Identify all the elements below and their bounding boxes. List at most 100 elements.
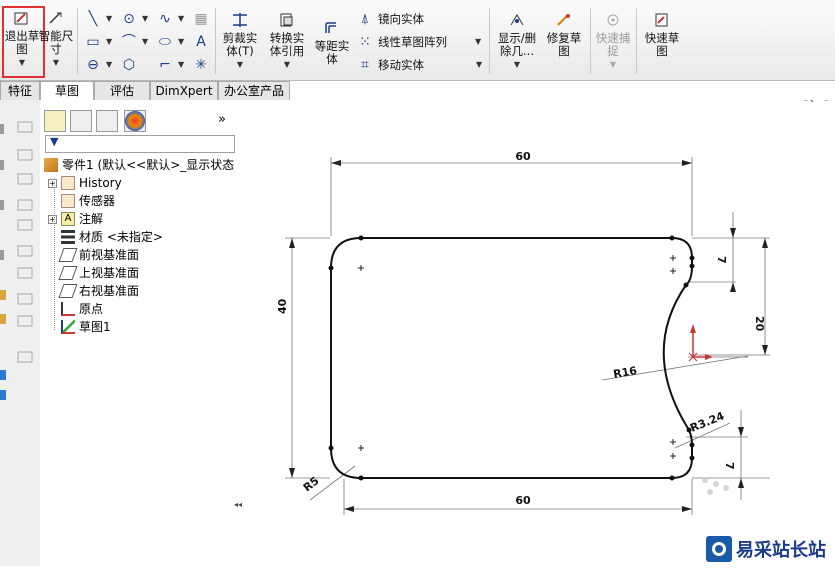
- filter-icon: ▼: [50, 135, 59, 148]
- ellipse-icon: ⬭: [159, 34, 171, 50]
- tree-filter-bar[interactable]: ▼: [45, 135, 235, 153]
- plane-icon: [58, 266, 78, 280]
- quick-snaps-dropdown-icon[interactable]: ▼: [592, 58, 634, 71]
- dim-top-width[interactable]: 60: [515, 150, 531, 163]
- mirror-icon: ⍋: [360, 11, 370, 27]
- smart-dimension-button[interactable]: 智能尺 寸 ▼: [36, 10, 76, 69]
- trim-entities-button[interactable]: 剪裁实 体(T) ▼: [218, 12, 262, 71]
- show-delete-relations-button[interactable]: 显示/删 除几... ▼: [492, 12, 542, 71]
- configuration-manager-tab-icon[interactable]: [96, 110, 118, 132]
- offset-entities-button[interactable]: 等距实 体: [312, 20, 352, 66]
- dim-right-bottom[interactable]: 7: [723, 462, 736, 470]
- move-entities-button[interactable]: ⌗ 移动实体 ▼: [356, 56, 482, 74]
- rectangle-icon: ▭: [86, 34, 100, 50]
- tree-item-origin[interactable]: 原点: [61, 300, 103, 318]
- view-zoom-icon[interactable]: [801, 100, 814, 103]
- dim-r5[interactable]: R5: [301, 474, 322, 494]
- rectangle-tool[interactable]: ▭ ▼: [84, 33, 112, 51]
- arc-icon: ⌒: [122, 34, 136, 50]
- text-tool[interactable]: A: [192, 33, 210, 51]
- watermark-dots: [702, 477, 729, 495]
- circle-tool[interactable]: ⊙ ▼: [120, 10, 148, 28]
- dim-right-mid[interactable]: 20: [753, 316, 766, 332]
- property-manager-tab-icon[interactable]: [70, 110, 92, 132]
- trim-icon: [233, 13, 247, 27]
- tree-item-top-plane[interactable]: 上视基准面: [58, 264, 139, 282]
- trim-dropdown-icon[interactable]: ▼: [218, 58, 262, 71]
- tree-root-label: 零件1 (默认<<默认>_显示状态: [62, 158, 235, 172]
- linear-pattern-button[interactable]: ⁙ 线性草图阵列 ▼: [356, 33, 481, 51]
- tree-item-history[interactable]: + History: [48, 174, 122, 192]
- tree-root-part[interactable]: 零件1 (默认<<默认>_显示状态: [44, 156, 234, 174]
- chevron-down-icon: ▼: [142, 37, 149, 46]
- mirror-entities-button[interactable]: ⍋ 镜向实体: [356, 10, 424, 28]
- site-watermark: 易采站长站: [700, 532, 835, 566]
- grid-tool[interactable]: ▦: [192, 10, 210, 28]
- tree-item-right-plane[interactable]: 右视基准面: [58, 282, 140, 300]
- tree-item-sensors[interactable]: 传感器: [61, 192, 115, 210]
- sketch-icon: [61, 320, 75, 334]
- text-tool-icon: A: [196, 34, 206, 50]
- point-tool[interactable]: ✳: [192, 56, 210, 74]
- repair-sketch-label: 修复草 图: [546, 31, 582, 58]
- chevron-down-icon: ▼: [142, 14, 149, 23]
- show-delete-label: 显示/删 除几...: [497, 31, 537, 58]
- linear-pattern-label: 线性草图阵列: [378, 35, 447, 49]
- tree-connector-line: [54, 182, 56, 330]
- point-icon: ✳: [195, 57, 207, 73]
- spline-icon: ∿: [159, 11, 171, 27]
- ribbon-separator: [215, 8, 216, 74]
- spline-tool[interactable]: ∿ ▼: [156, 10, 184, 28]
- tree-item-label: 注解: [79, 212, 104, 226]
- quick-snaps-button[interactable]: 快速捕 捉 ▼: [592, 12, 634, 71]
- tab-evaluate[interactable]: 评估: [94, 81, 150, 100]
- tree-item-front-plane[interactable]: 前视基准面: [58, 246, 140, 264]
- arc-tool[interactable]: ⌒ ▼: [120, 33, 148, 51]
- tree-item-material[interactable]: 材质 <未指定>: [61, 228, 163, 246]
- polygon-tool[interactable]: ⬡: [120, 56, 138, 74]
- dim-r3[interactable]: R3.24: [688, 409, 726, 435]
- fillet-tool[interactable]: ⌐ ▼: [156, 56, 184, 74]
- tab-sketch[interactable]: 草图: [40, 81, 94, 100]
- dim-height[interactable]: 40: [276, 298, 289, 314]
- graphics-area[interactable]: ◂◂ 60 60 40 20 7 7 R16 R3.24 R5: [234, 100, 835, 566]
- repair-sketch-icon: [557, 14, 570, 26]
- expand-panel-icon[interactable]: »: [218, 112, 226, 127]
- feature-tree-tab-icon[interactable]: [44, 110, 66, 132]
- offset-entities-icon: [325, 22, 336, 33]
- smart-dimension-dropdown-icon[interactable]: ▼: [36, 56, 76, 69]
- convert-entities-button[interactable]: 转换实 体引用 ▼: [264, 12, 310, 71]
- move-entities-label: 移动实体: [378, 58, 424, 72]
- tree-item-label: 前视基准面: [79, 248, 140, 262]
- circle-icon: ⊙: [123, 11, 135, 27]
- line-tool[interactable]: ╲ ▼: [84, 10, 112, 28]
- repair-sketch-button[interactable]: 修复草 图: [542, 12, 586, 58]
- dim-r16[interactable]: R16: [612, 364, 638, 381]
- tree-item-annotations[interactable]: + A 注解: [48, 210, 103, 228]
- chevron-down-icon: ▼: [178, 60, 185, 69]
- show-delete-dropdown-icon[interactable]: ▼: [492, 58, 542, 71]
- slot-tool[interactable]: ⊖ ▼: [84, 56, 112, 74]
- linear-pattern-icon: ⁙: [359, 34, 371, 50]
- exit-sketch-icon: [14, 12, 28, 25]
- offset-entities-label: 等距实 体: [314, 39, 350, 66]
- ellipse-tool[interactable]: ⬭ ▼: [156, 33, 184, 51]
- tab-dimxpert[interactable]: DimXpert: [150, 81, 218, 100]
- dim-bottom-width[interactable]: 60: [515, 494, 531, 507]
- plane-icon: [58, 284, 78, 298]
- tab-office-products[interactable]: 办公室产品: [218, 81, 290, 100]
- convert-dropdown-icon[interactable]: ▼: [264, 58, 310, 71]
- tree-item-label: 传感器: [79, 194, 116, 208]
- origin-icon: [61, 302, 75, 316]
- ribbon-separator: [590, 8, 591, 74]
- tree-item-sketch1[interactable]: 草图1: [61, 318, 111, 336]
- watermark-logo-icon: [706, 536, 732, 562]
- tab-features[interactable]: 特征: [0, 81, 40, 100]
- chevron-down-icon: ▼: [106, 37, 113, 46]
- tree-item-label: 右视基准面: [79, 284, 140, 298]
- convert-entities-icon: [280, 13, 293, 27]
- display-manager-tab-icon[interactable]: [124, 110, 146, 132]
- rapid-sketch-button[interactable]: 快速草 图: [640, 12, 684, 58]
- dim-right-top[interactable]: 7: [715, 256, 728, 264]
- smart-dimension-label: 智能尺 寸: [38, 29, 74, 56]
